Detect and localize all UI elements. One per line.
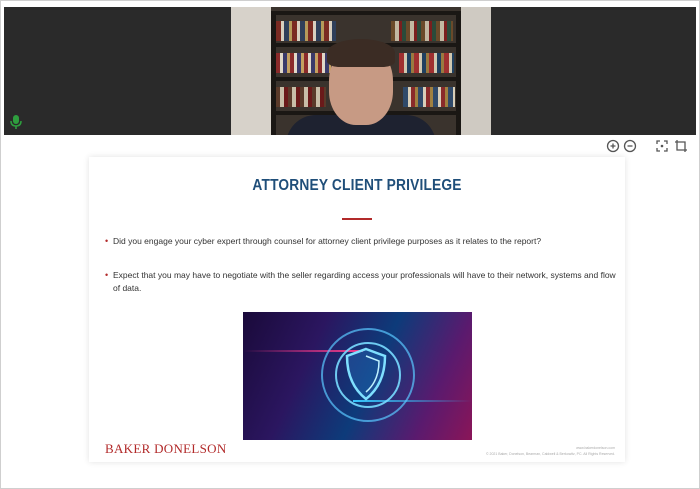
bookshelf-shelf [271,11,461,15]
slide-bullet: • Expect that you may have to negotiate … [105,269,618,295]
bullet-marker: • [105,270,109,280]
shield-icon [345,347,387,401]
slide-title: ATTORNEY CLIENT PRIVILEGE [252,177,462,194]
bullet-text: Expect that you may have to negotiate wi… [113,270,616,293]
wall-right [461,7,491,135]
footer-brand-logo: BAKER DONELSON [105,441,227,456]
zoom-out-icon[interactable] [623,139,637,153]
video-strip [4,7,696,135]
cyber-shield-image [243,312,472,440]
bookshelf-frame [456,11,461,135]
bullet-text: Did you engage your cyber expert through… [113,236,542,246]
bullet-marker: • [105,236,109,246]
presentation-slide: ATTORNEY CLIENT PRIVILEGE • Did you enga… [89,157,625,462]
books [276,21,336,41]
fit-screen-icon[interactable] [655,139,669,153]
zoom-in-icon[interactable] [606,139,620,153]
speaker-video-tile[interactable] [231,7,491,135]
footer-copyright: © 2021 Baker, Donelson, Bearman, Caldwel… [485,452,615,456]
microphone-icon[interactable] [10,115,22,129]
books [391,21,453,41]
slide-bullet: • Did you engage your cyber expert throu… [105,235,618,248]
books [276,87,326,107]
crop-icon[interactable] [674,139,688,153]
books [276,53,331,73]
books [403,87,455,107]
speaker-hair [327,39,395,67]
wall-left [231,7,271,135]
books [399,53,454,73]
title-divider [342,218,372,220]
footer-url: www.bakerdonelson.com [576,446,615,450]
